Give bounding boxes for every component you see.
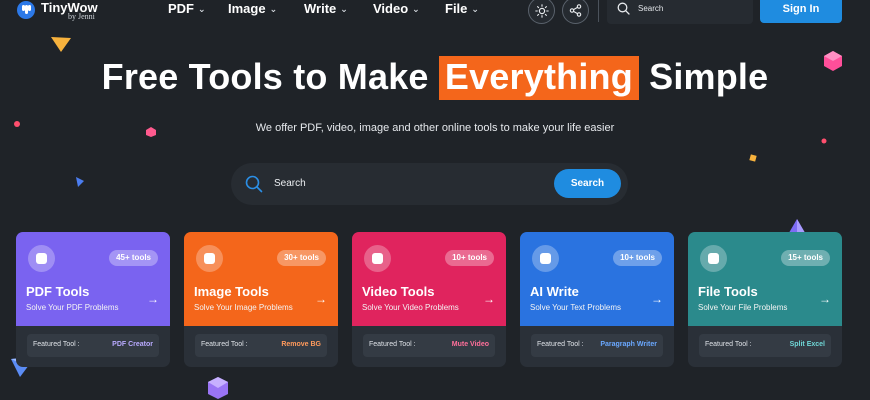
- hero-title-part-2: Simple: [649, 56, 769, 97]
- card-description: Solve Your Video Problems: [362, 303, 459, 312]
- chevron-down-icon: ⌄: [471, 4, 479, 14]
- arrow-right-icon: →: [315, 292, 327, 306]
- featured-label: Featured Tool :: [705, 341, 752, 348]
- tool-count-badge: 15+ tools: [781, 250, 830, 266]
- arrow-right-icon: →: [483, 292, 495, 306]
- featured-tool-name: Split Excel: [789, 341, 825, 348]
- card-header: 10+ tools AI Write Solve Your Text Probl…: [520, 232, 674, 326]
- sun-icon: [534, 3, 549, 18]
- tool-count-badge: 10+ tools: [613, 250, 662, 266]
- logo-icon: [17, 1, 35, 19]
- card-title: Image Tools: [194, 284, 269, 299]
- search-icon: [617, 2, 630, 15]
- logo-tagline: by Jenni: [68, 12, 95, 21]
- decor-arrowhead: [76, 177, 84, 187]
- featured-tool[interactable]: Featured Tool : Split Excel: [699, 334, 831, 357]
- card-description: Solve Your Image Problems: [194, 303, 293, 312]
- top-nav-bar: TinyWow by Jenni PDF ⌄ Image ⌄ Write ⌄ V…: [0, 0, 870, 26]
- hero-title-highlight: Everything: [438, 56, 639, 100]
- featured-tool-name: Remove BG: [281, 341, 321, 348]
- card-title: File Tools: [698, 284, 758, 299]
- card-header: 30+ tools Image Tools Solve Your Image P…: [184, 232, 338, 326]
- tool-count-badge: 45+ tools: [109, 250, 158, 266]
- featured-label: Featured Tool :: [369, 341, 416, 348]
- decor-square: [749, 154, 757, 162]
- nav-write[interactable]: Write ⌄: [304, 1, 348, 16]
- nav-write-label: Write: [304, 1, 337, 16]
- featured-tool[interactable]: Featured Tool : Remove BG: [195, 334, 327, 357]
- nav-video-label: Video: [373, 1, 409, 16]
- logo[interactable]: TinyWow by Jenni: [14, 0, 124, 24]
- pdf-icon: [28, 245, 55, 272]
- nav-video[interactable]: Video ⌄: [373, 1, 420, 16]
- featured-tool-name: Mute Video: [451, 341, 489, 348]
- chevron-down-icon: ⌄: [269, 4, 278, 14]
- decor-cube-purple: [208, 377, 228, 399]
- nav-pdf[interactable]: PDF ⌄: [168, 1, 206, 16]
- featured-tool-name: Paragraph Writer: [600, 341, 657, 348]
- image-icon: [196, 245, 223, 272]
- share-icon: [569, 4, 582, 17]
- featured-label: Featured Tool :: [33, 341, 80, 348]
- video-icon: [364, 245, 391, 272]
- hero-subtitle: We offer PDF, video, image and other onl…: [255, 122, 615, 134]
- header-search-placeholder: Search: [638, 4, 664, 13]
- card-header: 10+ tools Video Tools Solve Your Video P…: [352, 232, 506, 326]
- search-icon: [245, 175, 263, 193]
- main-search-button[interactable]: Search: [554, 169, 621, 198]
- featured-label: Featured Tool :: [537, 341, 584, 348]
- file-icon: [700, 245, 727, 272]
- card-description: Solve Your Text Problems: [530, 303, 622, 312]
- card-ai-write[interactable]: 10+ tools AI Write Solve Your Text Probl…: [520, 232, 674, 367]
- theme-toggle-button[interactable]: [528, 0, 555, 24]
- card-file-tools[interactable]: 15+ tools File Tools Solve Your File Pro…: [688, 232, 842, 367]
- card-header: 45+ tools PDF Tools Solve Your PDF Probl…: [16, 232, 170, 326]
- hero-title-part-1: Free Tools to Make: [101, 56, 429, 97]
- document-icon: [532, 245, 559, 272]
- card-title: Video Tools: [362, 284, 435, 299]
- featured-tool[interactable]: Featured Tool : PDF Creator: [27, 334, 159, 357]
- tool-count-badge: 30+ tools: [277, 250, 326, 266]
- hero-title: Free Tools to Make Everything Simple: [0, 56, 870, 100]
- card-description: Solve Your PDF Problems: [26, 303, 119, 312]
- nav-file[interactable]: File ⌄: [445, 1, 479, 16]
- nav-pdf-label: PDF: [168, 1, 194, 16]
- header-search-input[interactable]: Search: [607, 0, 753, 24]
- featured-tool[interactable]: Featured Tool : Paragraph Writer: [531, 334, 663, 357]
- nav-image[interactable]: Image ⌄: [228, 1, 277, 16]
- nav-image-label: Image: [228, 1, 266, 16]
- share-button[interactable]: [562, 0, 589, 24]
- card-header: 15+ tools File Tools Solve Your File Pro…: [688, 232, 842, 326]
- card-pdf-tools[interactable]: 45+ tools PDF Tools Solve Your PDF Probl…: [16, 232, 170, 367]
- arrow-right-icon: →: [651, 292, 663, 306]
- featured-tool[interactable]: Featured Tool : Mute Video: [363, 334, 495, 357]
- card-image-tools[interactable]: 30+ tools Image Tools Solve Your Image P…: [184, 232, 338, 367]
- card-video-tools[interactable]: 10+ tools Video Tools Solve Your Video P…: [352, 232, 506, 367]
- arrow-right-icon: →: [819, 292, 831, 306]
- tool-count-badge: 10+ tools: [445, 250, 494, 266]
- featured-tool-name: PDF Creator: [112, 341, 153, 348]
- nav-file-label: File: [445, 1, 468, 16]
- featured-label: Featured Tool :: [201, 341, 248, 348]
- decor-triangle: [51, 37, 71, 52]
- chevron-down-icon: ⌄: [198, 4, 206, 14]
- chevron-down-icon: ⌄: [340, 4, 348, 14]
- card-title: PDF Tools: [26, 284, 90, 299]
- sign-in-button[interactable]: Sign In: [760, 0, 842, 23]
- arrow-right-icon: →: [147, 292, 159, 306]
- decor-dot: [821, 138, 827, 144]
- main-search-placeholder: Search: [274, 178, 306, 189]
- header-divider: [598, 0, 599, 22]
- chevron-down-icon: ⌄: [412, 4, 420, 14]
- card-title: AI Write: [530, 284, 579, 299]
- card-description: Solve Your File Problems: [698, 303, 788, 312]
